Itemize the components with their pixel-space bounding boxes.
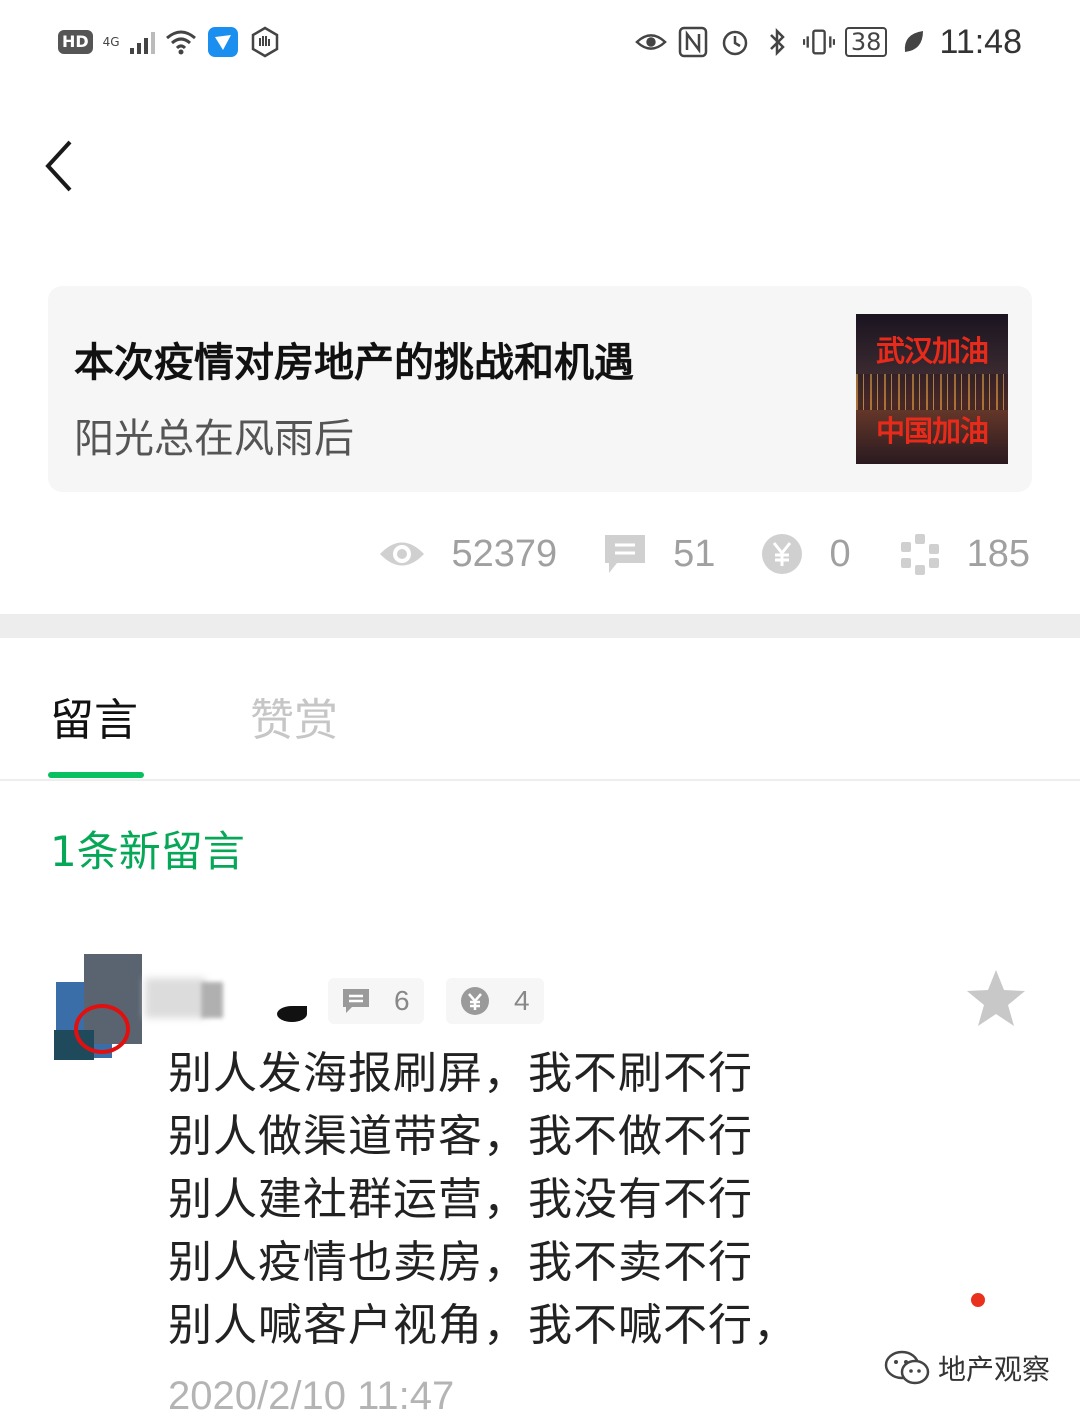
status-left: HD 4G (58, 22, 281, 62)
rewards-stat: 0 (761, 532, 851, 576)
star-button[interactable] (964, 966, 1028, 1030)
back-button[interactable] (40, 134, 88, 198)
thumbnail-text-top: 武汉加油 (875, 334, 989, 368)
like-count: 4 (514, 985, 530, 1016)
watermark: 地产观察 (884, 1346, 1050, 1390)
comment-icon (343, 989, 369, 1013)
article-title: 本次疫情对房地产的挑战和机遇 (74, 340, 634, 386)
article-thumbnail: 武汉加油 中国加油 (856, 314, 1008, 464)
redaction-block-3 (277, 1006, 307, 1022)
alarm-icon (719, 26, 751, 58)
redaction-block-2 (201, 982, 223, 1018)
reply-count: 6 (394, 985, 410, 1016)
signal-icon (129, 30, 155, 54)
eye-icon (379, 542, 424, 566)
status-bar: HD 4G 38 11:48 (0, 0, 1080, 84)
avatar[interactable] (54, 954, 142, 1062)
status-right: 38 11:48 (635, 22, 1022, 62)
watermark-text: 地产观察 (938, 1353, 1051, 1386)
comment-time: 2020/2/10 11:47 (168, 1374, 455, 1418)
comments-stat: 51 (603, 533, 715, 576)
tabs-divider (0, 779, 1080, 781)
section-divider (0, 614, 1080, 638)
comment-line: 别人做渠道带客，我不做不行 (168, 1111, 753, 1162)
unread-dot (971, 1293, 985, 1307)
shares-stat: 185 (897, 532, 1030, 576)
like-count-badge[interactable]: 4 (446, 978, 544, 1024)
nfc-icon (677, 26, 709, 58)
comment-line: 别人发海报刷屏，我不刷不行 (168, 1048, 753, 1099)
views-stat: 52379 (378, 532, 558, 576)
star-icon (967, 970, 1025, 1026)
comment-line: 别人喊客户视角，我不喊不行， (168, 1300, 798, 1351)
redaction-block-1 (145, 978, 205, 1018)
shield-hand-icon (249, 26, 281, 58)
comment-body: 别人发海报刷屏，我不刷不行 别人做渠道带客，我不做不行 别人建社群运营，我没有不… (168, 1042, 798, 1357)
stats-row: 52379 51 0 185 (332, 530, 1030, 578)
city-lights (856, 374, 1008, 410)
app-notification-icon (207, 26, 239, 58)
vibrate-icon (802, 26, 835, 58)
tab-comments[interactable]: 留言 (50, 684, 138, 748)
network-type: 4G (102, 35, 120, 49)
rewards-count: 0 (829, 532, 851, 575)
clock: 11:48 (939, 22, 1022, 61)
yuan-icon (461, 987, 489, 1015)
eye-comfort-icon (635, 26, 667, 58)
new-comments-label[interactable]: 1条新留言 (50, 818, 245, 879)
hd-badge: HD (58, 30, 93, 54)
battery-indicator: 38 (844, 27, 888, 57)
reply-count-badge[interactable]: 6 (328, 978, 424, 1024)
wechat-icon (884, 1350, 930, 1385)
share-loop-icon (900, 534, 939, 575)
tab-rewards[interactable]: 赞赏 (250, 684, 338, 748)
shares-count: 185 (966, 532, 1030, 575)
active-tab-indicator (48, 772, 144, 778)
comment-line: 别人疫情也卖房，我不卖不行 (168, 1237, 753, 1288)
commenter-name-redacted (145, 978, 325, 1024)
article-card[interactable]: 本次疫情对房地产的挑战和机遇 阳光总在风雨后 武汉加油 中国加油 (48, 286, 1032, 492)
article-author: 阳光总在风雨后 (74, 416, 354, 462)
wifi-icon (165, 26, 197, 58)
yuan-icon (762, 534, 803, 574)
chevron-left-icon (45, 140, 72, 192)
leaf-icon (897, 26, 929, 58)
views-count: 52379 (451, 532, 558, 575)
comments-count: 51 (673, 532, 716, 575)
comment-line: 别人建社群运营，我没有不行 (168, 1174, 753, 1225)
tab-bar: 留言 赞赏 (0, 638, 1080, 780)
red-circle-mark (74, 1004, 130, 1054)
thumbnail-text-bottom: 中国加油 (875, 414, 989, 448)
bluetooth-icon (761, 26, 793, 58)
comment-icon (605, 535, 646, 573)
